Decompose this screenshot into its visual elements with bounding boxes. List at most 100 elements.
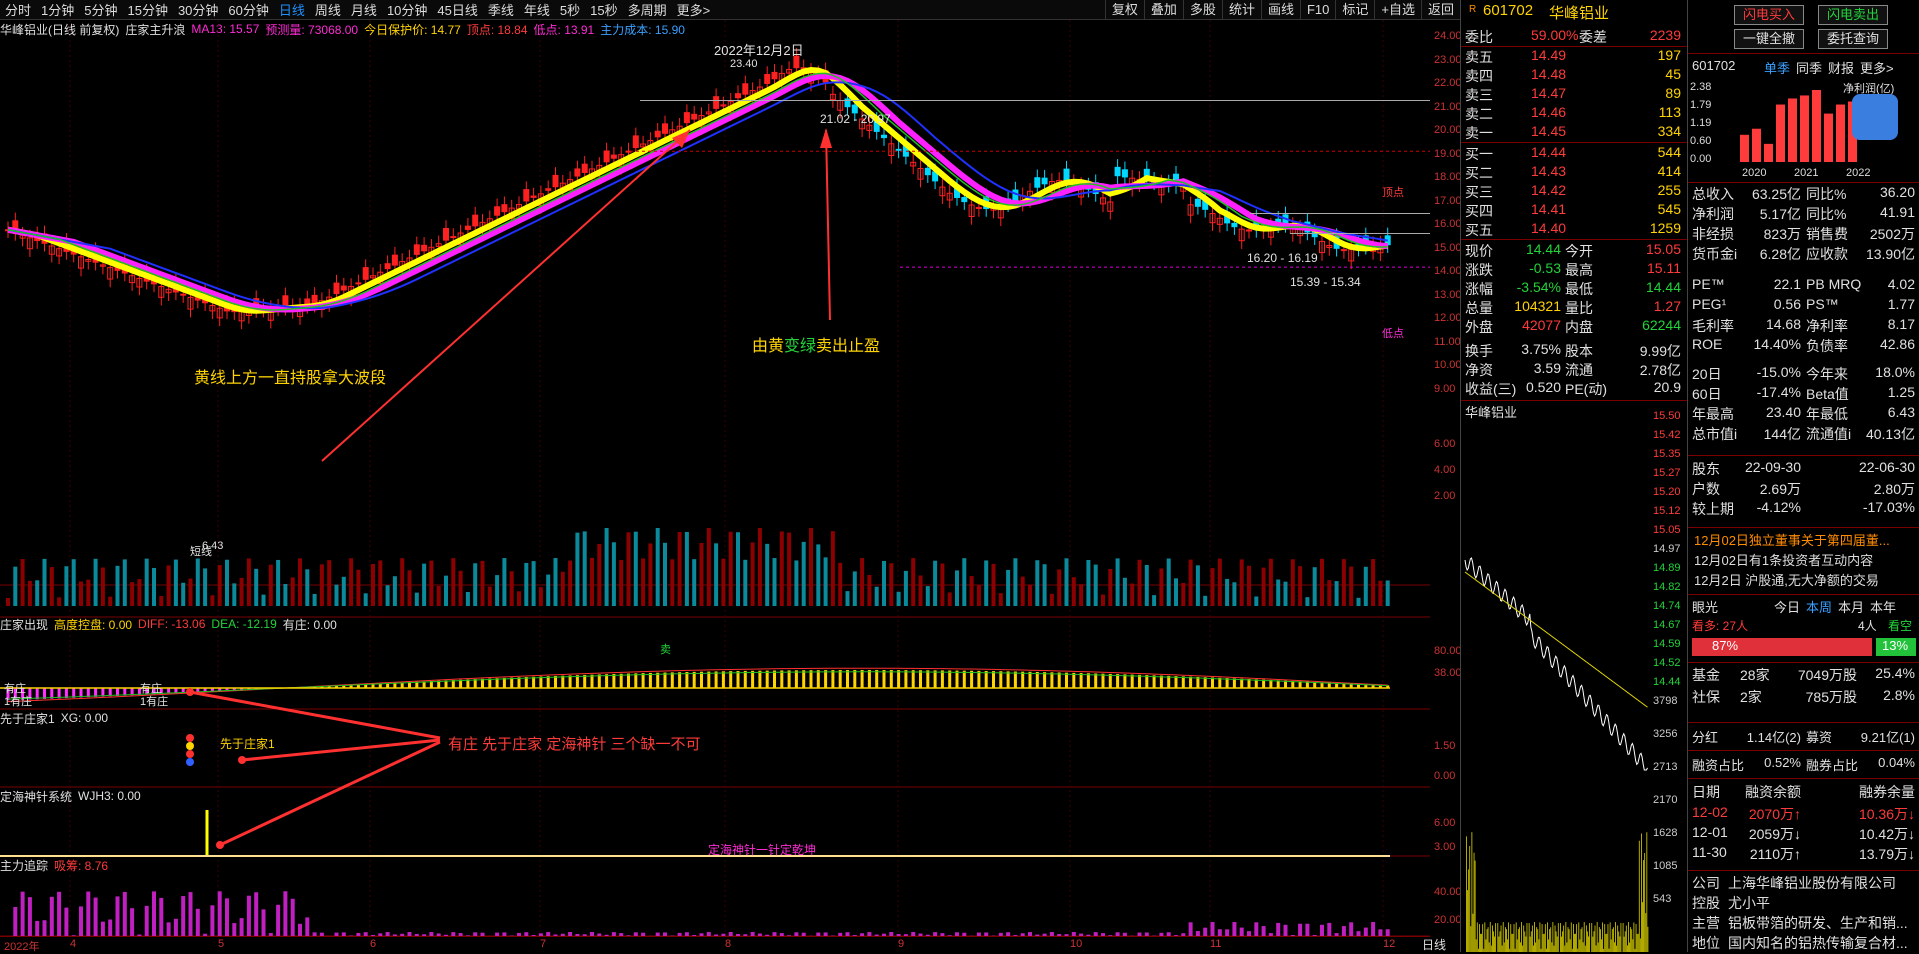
tool-button-1[interactable]: 叠加 (1144, 0, 1183, 20)
tool-button-4[interactable]: 画线 (1261, 0, 1300, 20)
zhuli-bar (64, 908, 68, 936)
volume-bar (590, 558, 594, 606)
stat-label: 最高 (1565, 260, 1593, 280)
tool-button-8[interactable]: 返回 (1421, 0, 1460, 20)
eye-tab[interactable]: 今日 (1774, 597, 1800, 616)
fin-row: 年最高23.40年最低6.43 (1688, 404, 1919, 422)
period-tab-10[interactable]: 45日线 (432, 0, 482, 19)
stat-value: 2.78亿 (1640, 360, 1681, 380)
period-tab-1[interactable]: 1分钟 (36, 0, 79, 19)
candle-body (655, 131, 660, 137)
intraday-tick: 14.97 (1653, 543, 1681, 555)
candle-body (422, 245, 427, 251)
eye-tab[interactable]: 本周 (1806, 597, 1832, 616)
macd-bar (532, 677, 535, 688)
intraday-volume (1557, 936, 1558, 952)
period-tab-2[interactable]: 5分钟 (79, 0, 122, 19)
volume-bar (408, 570, 412, 606)
profit-tick: 0.60 (1690, 135, 1711, 147)
tool-button-6[interactable]: 标记 (1335, 0, 1374, 20)
intraday-avg-line (1465, 572, 1648, 707)
period-tab-5[interactable]: 60分钟 (223, 0, 273, 19)
period-tab-9[interactable]: 10分钟 (382, 0, 432, 19)
volume-bar (1065, 558, 1069, 606)
weicha-label: 委差 (1579, 27, 1607, 47)
news-item[interactable]: 12月2日 沪股通,无大净额的交易 (1694, 570, 1879, 589)
zhuli-bar (167, 922, 171, 936)
candle-body (736, 94, 741, 98)
tool-button-2[interactable]: 多股 (1183, 0, 1222, 20)
date-tick: 9 (898, 938, 904, 950)
macd-bar (875, 670, 878, 688)
zhuli-bar (130, 908, 134, 936)
margin-date: 12-01 (1692, 824, 1728, 840)
zhuli-panel-header: 主力追踪 吸筹: 8.76 (0, 856, 108, 874)
candle-body (1122, 170, 1127, 177)
period-tab-3[interactable]: 15分钟 (122, 0, 172, 19)
volume-bar (926, 586, 930, 606)
eye-tab[interactable]: 本月 (1838, 597, 1864, 616)
macd-bar (1189, 677, 1192, 688)
news-item[interactable]: 12月02日有1条投资者互动内容 (1694, 550, 1873, 569)
flash-buy-button[interactable]: 闪电买入 (1734, 5, 1804, 25)
zhuli-bar (101, 922, 105, 936)
period-tab-11[interactable]: 季线 (483, 0, 519, 19)
volume-bar (1349, 567, 1353, 606)
bull-bar: 87% (1692, 638, 1872, 656)
period-tab-4[interactable]: 30分钟 (173, 0, 223, 19)
period-tab-14[interactable]: 15秒 (585, 0, 622, 19)
macd-bar (831, 670, 834, 688)
period-tab-13[interactable]: 5秒 (555, 0, 585, 19)
volume-bar (1320, 559, 1324, 606)
volume-bar (846, 591, 850, 606)
macd-bar (656, 673, 659, 688)
period-tab-12[interactable]: 年线 (519, 0, 555, 19)
period-tab-8[interactable]: 月线 (346, 0, 382, 19)
tool-button-5[interactable]: F10 (1300, 0, 1335, 20)
cancel-all-button[interactable]: 一键全撤 (1734, 29, 1804, 49)
tool-button-3[interactable]: 统计 (1222, 0, 1261, 20)
volume-bar (320, 564, 324, 606)
intraday-volume (1644, 853, 1645, 952)
volume-bar (327, 560, 331, 606)
intraday-volume (1621, 923, 1622, 952)
flash-sell-button[interactable]: 闪电卖出 (1818, 5, 1888, 25)
period-tab-7[interactable]: 周线 (310, 0, 346, 19)
volume-bar (1181, 583, 1185, 606)
volume-bar (247, 558, 251, 606)
period-tab-15[interactable]: 多周期 (623, 0, 672, 19)
kline-chart[interactable] (0, 20, 1430, 952)
period-tab-0[interactable]: 分时 (0, 0, 36, 19)
candle-body (925, 168, 930, 174)
tool-button-0[interactable]: 复权 (1105, 0, 1144, 20)
intraday-volume (1476, 939, 1477, 952)
period-tab-6[interactable]: 日线 (274, 0, 310, 19)
intraday-tick: 14.59 (1653, 638, 1681, 650)
volume-bar (298, 558, 302, 606)
tool-button-7[interactable]: +自选 (1374, 0, 1421, 20)
rongquan-value: 0.04% (1878, 755, 1915, 770)
order-query-button[interactable]: 委托查询 (1818, 29, 1888, 49)
macd-bar (1021, 672, 1024, 688)
eye-tab[interactable]: 本年 (1870, 597, 1896, 616)
zhuli-bar (13, 907, 17, 936)
intraday-volume (1514, 924, 1515, 952)
macd-bar (1087, 673, 1090, 688)
intraday-tick: 15.27 (1653, 467, 1681, 479)
volume-bar (860, 558, 864, 606)
stat-value: 14.44 (1526, 241, 1561, 257)
news-item[interactable]: 12月02日独立董事关于第四届董... (1694, 530, 1890, 549)
dea-line (8, 672, 1388, 699)
volume-bar (714, 543, 718, 606)
intraday-volume (1560, 923, 1561, 952)
stats-list: 现价14.44今开15.05涨跌-0.53最高15.11涨幅-3.54%最低14… (1461, 241, 1687, 399)
intraday-chart[interactable] (1461, 420, 1649, 952)
period-tab-16[interactable]: 更多> (672, 0, 716, 19)
profit-bar (1788, 98, 1797, 162)
bull-count: 看多: 27人 (1692, 617, 1748, 634)
candle-body (692, 114, 697, 119)
macd-bar (985, 671, 988, 688)
zhuli-bar (210, 905, 214, 936)
period-tab[interactable]: 日线 (1422, 936, 1446, 953)
volume-bar (50, 567, 54, 606)
